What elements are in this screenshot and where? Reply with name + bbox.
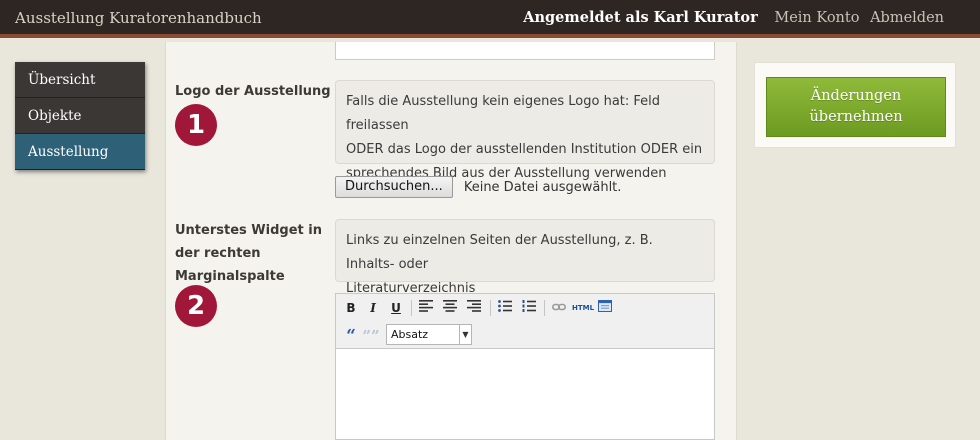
align-right-icon[interactable] [464, 298, 484, 318]
numbered-list-icon[interactable] [519, 298, 539, 318]
underline-button[interactable]: U [386, 298, 406, 318]
browse-button[interactable]: Durchsuchen... [335, 176, 453, 198]
logo-field-label: Logo der Ausstellung [175, 84, 331, 99]
app-title[interactable]: Ausstellung Kuratorenhandbuch [15, 9, 262, 27]
sidebar-item-uebersicht[interactable]: Übersicht [15, 62, 145, 98]
logo-help-line: Falls die Ausstellung kein eigenes Logo … [346, 94, 661, 133]
remove-blockquote-button[interactable]: ”” [361, 325, 381, 345]
toolbar-separator [544, 300, 545, 316]
editor-toolbar: B I U HTML “ ”” Absatz ▼ [336, 294, 714, 349]
sidebar-nav: Übersicht Objekte Ausstellung [15, 62, 145, 170]
editor-content-area[interactable] [336, 349, 714, 439]
step-badge-2: 2 [175, 285, 217, 327]
logo-help-text: Falls die Ausstellung kein eigenes Logo … [335, 80, 715, 181]
align-center-icon[interactable] [440, 298, 460, 318]
widget-field-label: Unterstes Widget in der rechten Marginal… [175, 219, 322, 288]
widget-help-line: Links zu einzelnen Seiten der Ausstellun… [346, 233, 653, 272]
logo-file-input: Durchsuchen... Keine Datei ausgewählt. [335, 176, 621, 198]
toolbar-separator [411, 300, 412, 316]
rich-text-editor: B I U HTML “ ”” Absatz ▼ [335, 293, 715, 440]
bold-button[interactable]: B [341, 298, 361, 318]
sidebar-item-objekte[interactable]: Objekte [15, 98, 145, 134]
toolbar-separator [490, 300, 491, 316]
italic-button[interactable]: I [363, 298, 383, 318]
save-button-line: Änderungen [810, 88, 902, 104]
align-left-icon[interactable] [416, 298, 436, 318]
blockquote-button[interactable]: “ [341, 325, 361, 346]
bullet-list-icon[interactable] [495, 298, 515, 318]
format-select[interactable]: Absatz ▼ [386, 324, 472, 345]
save-button-line: übernehmen [809, 109, 903, 125]
widget-label-line: Unterstes Widget in [175, 223, 322, 238]
logo-help-line: ODER das Logo der ausstellenden Institut… [346, 142, 703, 157]
previous-field-input[interactable] [335, 42, 715, 60]
save-panel: Änderungen übernehmen [754, 62, 956, 148]
user-area: Angemeldet als Karl Kurator Mein Konto A… [523, 9, 944, 26]
chevron-down-icon: ▼ [459, 325, 471, 344]
format-select-value: Absatz [391, 328, 429, 341]
widget-help-text: Links zu einzelnen Seiten der Ausstellun… [335, 219, 715, 296]
fullscreen-icon[interactable] [595, 298, 615, 318]
link-icon[interactable] [549, 298, 569, 318]
step-badge-1: 1 [175, 104, 217, 146]
sidebar-item-ausstellung[interactable]: Ausstellung [15, 134, 145, 170]
file-status-text: Keine Datei ausgewählt. [463, 179, 622, 195]
logout-link[interactable]: Abmelden [870, 10, 944, 26]
top-bar: Ausstellung Kuratorenhandbuch Angemeldet… [0, 0, 980, 38]
logged-in-label: Angemeldet als Karl Kurator [523, 9, 758, 26]
my-account-link[interactable]: Mein Konto [774, 10, 859, 26]
html-source-button[interactable]: HTML [570, 298, 596, 318]
save-changes-button[interactable]: Änderungen übernehmen [766, 77, 946, 137]
widget-label-line: der rechten [175, 246, 261, 261]
